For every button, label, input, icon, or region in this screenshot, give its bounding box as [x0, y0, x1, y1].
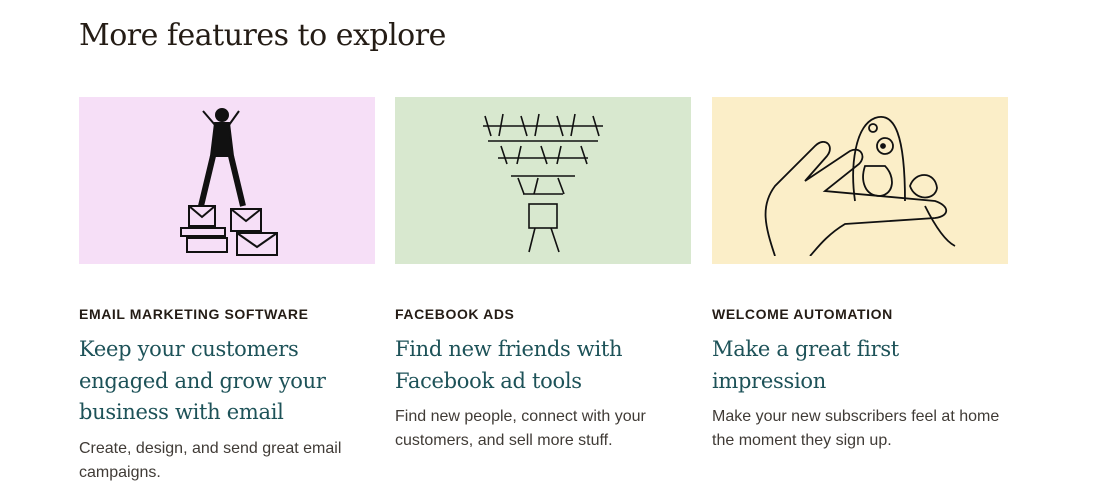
card-description: Make your new subscribers feel at home t… [712, 408, 1000, 449]
email-illustration [79, 97, 375, 264]
card-description: Create, design, and send great email cam… [79, 439, 342, 481]
card-eyebrow: EMAIL MARKETING SOFTWARE [79, 306, 309, 322]
feature-card-welcome-automation[interactable]: WELCOME AUTOMATION Make a great first im… [712, 97, 1008, 453]
card-heading[interactable]: Find new friends with Facebook ad tools [395, 334, 691, 397]
welcome-automation-illustration [712, 97, 1008, 264]
facebook-ads-illustration [395, 97, 691, 264]
section-title: More features to explore [79, 18, 446, 53]
card-eyebrow: FACEBOOK ADS [395, 306, 515, 322]
card-heading[interactable]: Keep your customers engaged and grow you… [79, 334, 375, 429]
feature-card-facebook-ads[interactable]: FACEBOOK ADS Find new friends with Faceb… [395, 97, 691, 453]
feature-card-email[interactable]: EMAIL MARKETING SOFTWARE Keep your custo… [79, 97, 375, 485]
card-description: Find new people, connect with your custo… [395, 408, 646, 449]
card-heading[interactable]: Make a great first impression [712, 334, 1008, 397]
card-eyebrow: WELCOME AUTOMATION [712, 306, 893, 322]
